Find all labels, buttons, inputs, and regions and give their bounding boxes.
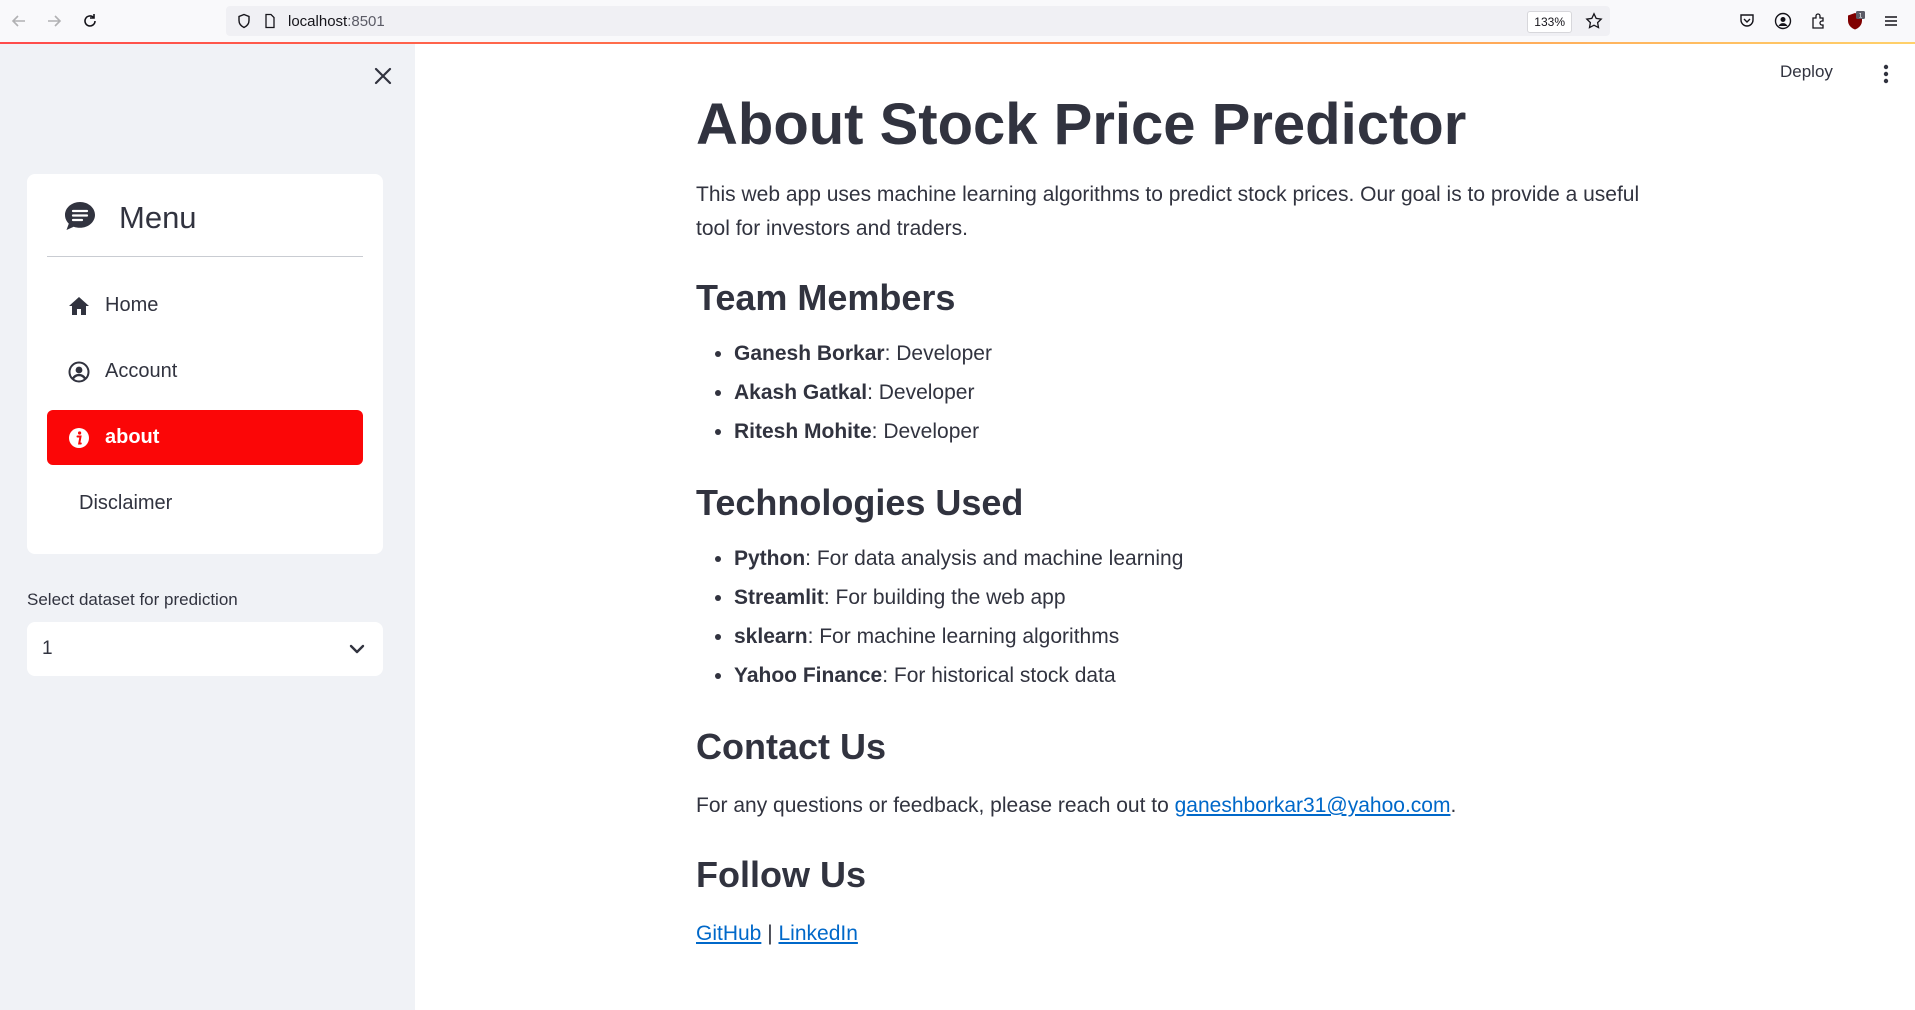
main-content: About Stock Price Predictor This web app… xyxy=(696,80,1646,951)
menu-divider xyxy=(47,256,363,257)
list-item: Streamlit: For building the web app xyxy=(734,578,1646,617)
house-icon xyxy=(67,294,91,318)
menu-item-label: about xyxy=(105,426,160,448)
menu-item-label: Account xyxy=(105,360,178,382)
option-menu: Menu Home Account about Disclaimer xyxy=(27,174,383,554)
menu-title: Menu xyxy=(119,200,197,235)
contact-paragraph: For any questions or feedback, please re… xyxy=(696,794,1457,817)
reload-icon[interactable] xyxy=(79,10,101,32)
page-icon xyxy=(260,11,280,31)
team-heading: Team Members xyxy=(696,277,956,318)
bookmark-star-icon[interactable] xyxy=(1584,11,1604,31)
follow-heading: Follow Us xyxy=(696,854,866,895)
list-item: Python: For data analysis and machine le… xyxy=(734,539,1646,578)
extensions-icon[interactable] xyxy=(1809,11,1829,31)
tech-list: Python: For data analysis and machine le… xyxy=(696,539,1646,695)
ublock-icon[interactable]: 1 xyxy=(1845,11,1865,31)
intro-paragraph: This web app uses machine learning algor… xyxy=(696,183,1640,240)
browser-toolbar: localhost:8501 133% 1 xyxy=(0,0,1915,42)
back-icon[interactable] xyxy=(8,10,30,32)
dataset-select-label: Select dataset for prediction xyxy=(27,590,238,609)
forward-icon[interactable] xyxy=(43,10,65,32)
chevron-down-icon xyxy=(347,639,367,659)
svg-text:1: 1 xyxy=(1859,13,1863,20)
github-link[interactable]: GitHub xyxy=(696,922,761,945)
shield-icon[interactable] xyxy=(234,11,254,31)
list-item: Ritesh Mohite: Developer xyxy=(734,412,1646,451)
menu-item-home[interactable]: Home xyxy=(47,278,363,333)
more-options-icon[interactable] xyxy=(1876,62,1896,86)
list-item: Akash Gatkal: Developer xyxy=(734,373,1646,412)
url-text: localhost:8501 xyxy=(288,13,385,30)
social-links: GitHub | LinkedIn xyxy=(696,922,858,945)
linkedin-link[interactable]: LinkedIn xyxy=(778,922,857,945)
info-icon xyxy=(67,426,91,450)
tech-heading: Technologies Used xyxy=(696,482,1024,523)
list-item: Yahoo Finance: For historical stock data xyxy=(734,656,1646,695)
contact-heading: Contact Us xyxy=(696,726,887,767)
user-circle-icon xyxy=(67,360,91,384)
menu-item-about[interactable]: about xyxy=(47,410,363,465)
chat-bubble-icon xyxy=(63,200,97,237)
page-title: About Stock Price Predictor xyxy=(696,92,1467,157)
dataset-select[interactable]: 1 xyxy=(27,622,383,676)
account-icon[interactable] xyxy=(1773,11,1793,31)
menu-item-disclaimer[interactable]: Disclaimer xyxy=(47,476,363,531)
menu-item-account[interactable]: Account xyxy=(47,344,363,399)
menu-item-label: Disclaimer xyxy=(79,492,173,514)
menu-item-label: Home xyxy=(105,294,159,316)
zoom-level[interactable]: 133% xyxy=(1527,11,1572,33)
dataset-select-value: 1 xyxy=(42,638,53,659)
list-item: sklearn: For machine learning algorithms xyxy=(734,617,1646,656)
list-item: Ganesh Borkar: Developer xyxy=(734,334,1646,373)
team-list: Ganesh Borkar: Developer Akash Gatkal: D… xyxy=(696,334,1646,451)
pocket-icon[interactable] xyxy=(1737,11,1757,31)
hamburger-menu-icon[interactable] xyxy=(1881,11,1901,31)
close-icon[interactable] xyxy=(371,64,395,88)
menu-header: Menu xyxy=(63,196,197,240)
deploy-button[interactable]: Deploy xyxy=(1780,62,1833,82)
address-bar[interactable]: localhost:8501 133% xyxy=(226,6,1610,36)
email-link[interactable]: ganeshborkar31@yahoo.com xyxy=(1175,794,1451,817)
sidebar: Menu Home Account about Disclaimer Selec… xyxy=(0,44,415,1010)
